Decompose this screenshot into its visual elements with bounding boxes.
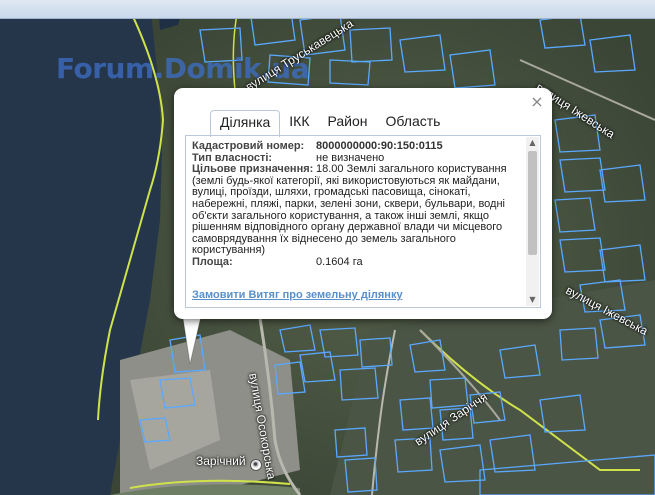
poi-name: Зарічний	[196, 454, 246, 468]
scroll-up-icon[interactable]: ▲	[526, 137, 539, 149]
close-icon[interactable]: ×	[530, 94, 544, 110]
popup-tabs: Ділянка ІКК Район Область	[210, 110, 450, 137]
cadastral-value: 8000000000:90:150:0115	[316, 140, 443, 152]
area-row: Площа: 0.1604 га	[192, 255, 522, 269]
scroll-down-icon[interactable]: ▼	[526, 294, 539, 306]
scroll-thumb[interactable]	[528, 151, 537, 255]
cadastral-row: Кадастровий номер: 8000000000:90:150:011…	[192, 140, 522, 153]
popup-tail	[182, 312, 203, 365]
purpose-description: (землі будь-якої категорії, які використ…	[192, 174, 505, 257]
parcel-details-panel: Кадастровий номер: 8000000000:90:150:011…	[185, 135, 541, 308]
browser-top-bar	[0, 0, 655, 19]
area-value: 0.1604 га	[316, 255, 363, 268]
tab-district[interactable]: Район	[319, 110, 377, 135]
tab-parcel[interactable]: Ділянка	[210, 110, 281, 137]
tab-region[interactable]: Область	[377, 110, 450, 135]
area-label: Площа:	[192, 255, 233, 268]
dot-pin-icon: ●	[249, 459, 262, 471]
order-extract-link[interactable]: Замовити Витяг про земельну ділянку	[192, 289, 403, 301]
cadastral-label: Кадастровий номер:	[192, 140, 305, 152]
parcel-info-popup: × Ділянка ІКК Район Область Кадастровий …	[174, 88, 552, 319]
poi-label[interactable]: Зарічний ●	[196, 454, 262, 471]
details-scrollbar[interactable]: ▲ ▼	[526, 137, 539, 306]
tab-ikk[interactable]: ІКК	[280, 110, 318, 135]
